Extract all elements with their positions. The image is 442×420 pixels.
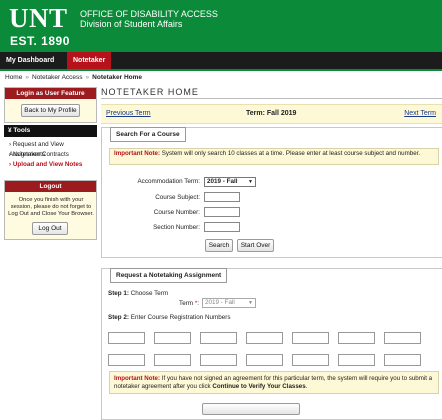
crn-input[interactable]	[246, 354, 283, 366]
crn-input[interactable]	[154, 354, 191, 366]
dropdown-arrow-icon: ▼	[248, 300, 253, 306]
crn-input[interactable]	[292, 332, 329, 344]
tool-label: Notetaker Contracts	[12, 151, 69, 158]
tool-request-assignments[interactable]: › Request and View Assignments	[4, 140, 97, 158]
breadcrumb-current: Notetaker Home	[92, 74, 143, 81]
step-2-label: Step 2:	[108, 314, 129, 321]
request-term-select[interactable]: 2019 - Fall ▼	[202, 298, 256, 308]
request-assignment-legend: Request a Notetaking Assignment	[110, 268, 228, 283]
course-subject-label: Course Subject:	[155, 194, 200, 201]
breadcrumb-separator: »	[85, 74, 90, 81]
logout-box: Logout Once you finish with your session…	[4, 180, 97, 240]
search-important-note: Important Note: System will only search …	[109, 148, 439, 165]
tool-label: Upload and View Notes	[12, 161, 83, 168]
continue-to-verify-button[interactable]	[202, 403, 300, 415]
office-title[interactable]: OFFICE OF DISABILITY ACCESS	[80, 9, 218, 19]
important-note-label: Important Note:	[114, 150, 161, 157]
course-number-label: Course Number:	[153, 209, 200, 216]
search-course-panel: Search For a Course Important Note: Syst…	[101, 127, 442, 258]
unt-logo[interactable]: UNT	[9, 5, 68, 32]
section-number-input[interactable]	[204, 222, 240, 232]
term-label-text: Term	[179, 300, 194, 307]
search-course-legend: Search For a Course	[110, 127, 186, 142]
term-label: Term *:	[179, 300, 199, 307]
important-note-text: System will only search 10 classes at a …	[161, 150, 421, 157]
next-term-link[interactable]: Next Term	[404, 110, 436, 117]
crn-input[interactable]	[108, 332, 145, 344]
logout-title: Logout	[5, 181, 96, 192]
crn-input[interactable]	[292, 354, 329, 366]
dropdown-arrow-icon: ▼	[248, 179, 253, 185]
request-assignment-panel: Request a Notetaking Assignment Step 1: …	[101, 268, 442, 420]
current-term: Term: Fall 2019	[246, 110, 297, 117]
note-end: .	[305, 383, 308, 390]
search-button[interactable]: Search	[205, 239, 233, 252]
breadcrumb-separator: »	[25, 74, 29, 81]
step-2-text: Enter Course Registration Numbers	[130, 314, 231, 321]
tab-notetaker[interactable]: Notetaker	[67, 52, 112, 69]
tools-header[interactable]: ¥ Tools	[4, 125, 97, 137]
login-as-user-box: Login as User Feature Back to My Profile	[4, 87, 97, 123]
tool-notetaker-contracts[interactable]: › Notetaker Contracts	[4, 150, 97, 160]
start-over-button[interactable]: Start Over	[237, 239, 274, 252]
site-header: UNT EST. 1890 OFFICE OF DISABILITY ACCES…	[0, 0, 442, 52]
breadcrumb: Home» Notetaker Access» Notetaker Home	[5, 74, 142, 81]
crn-input[interactable]	[338, 354, 375, 366]
important-note-label: Important Note:	[114, 375, 161, 382]
continue-emphasis: Continue to Verify Your Classes	[212, 383, 306, 390]
login-as-user-title: Login as User Feature	[5, 88, 96, 99]
crn-input[interactable]	[384, 332, 421, 344]
title-divider	[101, 98, 442, 99]
breadcrumb-home[interactable]: Home	[5, 74, 22, 81]
main-navbar: My Dashboard Notetaker	[0, 52, 442, 71]
course-subject-input[interactable]	[204, 192, 240, 202]
crn-input[interactable]	[384, 354, 421, 366]
logo-established-year: EST. 1890	[10, 34, 70, 48]
request-term-value: 2019 - Fall	[205, 299, 235, 306]
office-subtitle: Division of Student Affairs	[80, 19, 183, 29]
log-out-button[interactable]: Log Out	[32, 222, 68, 235]
term-navigation-bar: Previous Term Term: Fall 2019 Next Term	[101, 104, 442, 124]
section-number-label: Section Number:	[153, 224, 200, 231]
tools-title: Tools	[13, 127, 31, 134]
step-2: Step 2: Enter Course Registration Number…	[108, 314, 231, 321]
back-to-profile-button[interactable]: Back to My Profile	[21, 104, 80, 117]
crn-input[interactable]	[154, 332, 191, 344]
logout-message: Once you finish with your session, pleas…	[8, 197, 94, 217]
tab-my-dashboard[interactable]: My Dashboard	[0, 52, 60, 69]
crn-input[interactable]	[200, 354, 237, 366]
accommodation-term-value: 2019 - Fall	[207, 178, 238, 185]
page-title: NOTETAKER HOME	[101, 87, 199, 97]
request-important-note: Important Note: If you have not signed a…	[109, 371, 439, 394]
step-1-text: Choose Term	[130, 290, 169, 297]
accommodation-term-select[interactable]: 2019 - Fall ▼	[204, 177, 256, 187]
crn-input[interactable]	[108, 354, 145, 366]
crn-input[interactable]	[246, 332, 283, 344]
step-1-label: Step 1:	[108, 290, 129, 297]
tools-panel: ¥ Tools › Request and View Assignments ›…	[4, 125, 97, 175]
previous-term-link[interactable]: Previous Term	[106, 110, 151, 117]
breadcrumb-notetaker-access[interactable]: Notetaker Access	[32, 74, 83, 81]
crn-input[interactable]	[200, 332, 237, 344]
course-number-input[interactable]	[204, 207, 240, 217]
accommodation-term-label: Accommodation Term:	[137, 178, 200, 185]
step-1: Step 1: Choose Term	[108, 290, 168, 297]
crn-input[interactable]	[338, 332, 375, 344]
tool-upload-notes[interactable]: › Upload and View Notes	[4, 160, 97, 170]
